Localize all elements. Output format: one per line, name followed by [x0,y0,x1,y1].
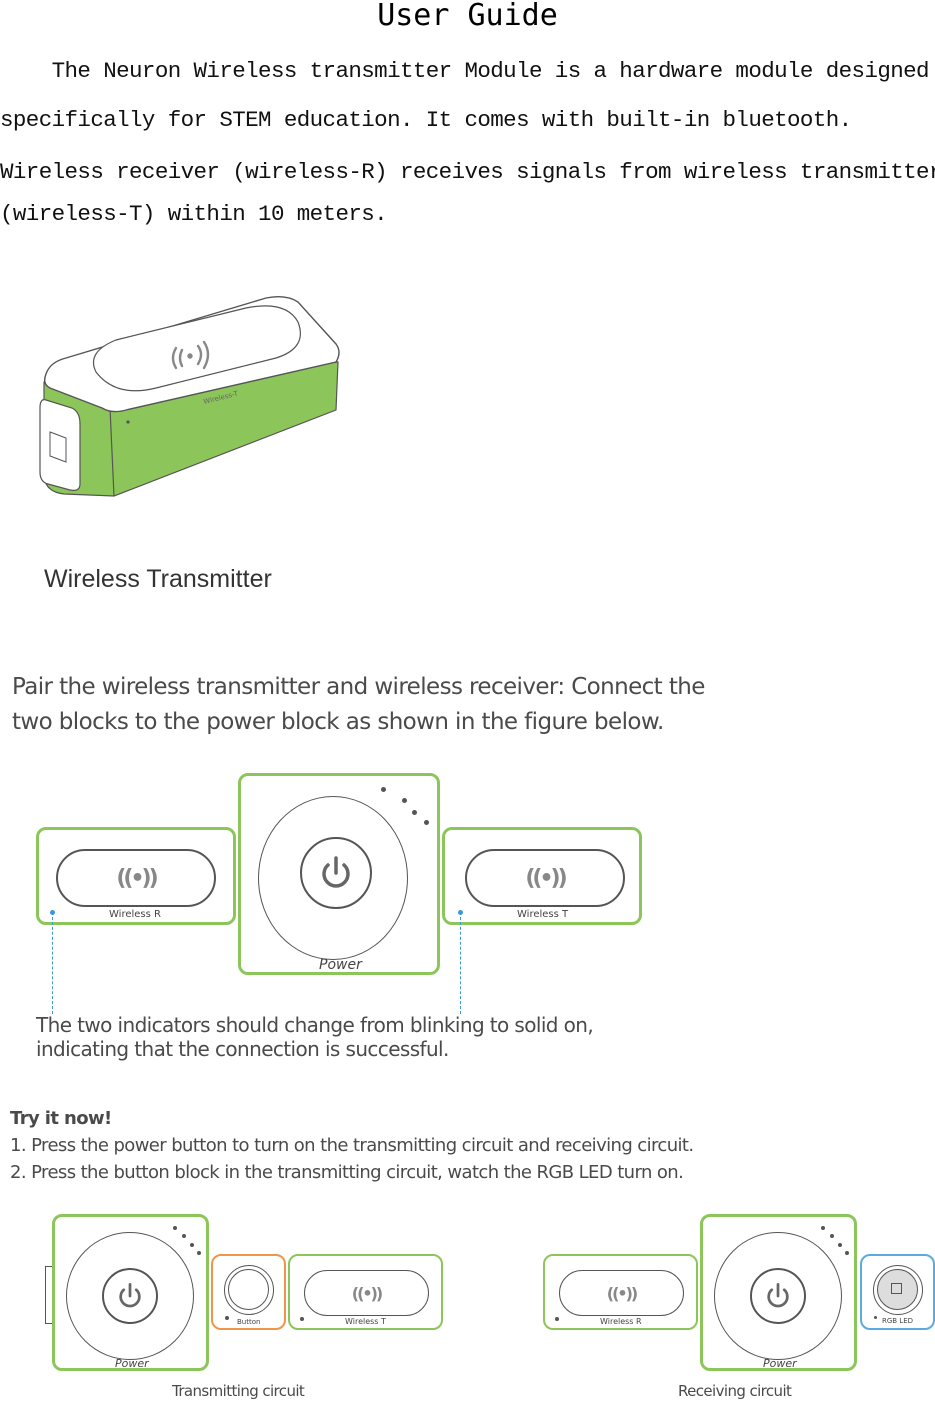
receiving-circuit: ((•)) Wireless R Power RGB LED Receiving… [535,1210,935,1402]
pairing-instruction-line-2: two blocks to the power block as shown i… [12,709,664,735]
wireless-r-label: Wireless R [600,1317,642,1326]
power-icon [767,1282,789,1308]
indicator-light-icon [874,1316,877,1319]
power-block: Power [238,773,440,975]
power-block: Power [700,1214,857,1371]
indicator-leader-line [460,912,461,1014]
wireless-r-block: ((•)) Wireless R [36,827,236,925]
power-button[interactable] [750,1268,806,1324]
pairing-note-line-2: indicating that the connection is succes… [36,1037,449,1061]
wireless-r-label: Wireless R [109,909,161,920]
wireless-r-pad: ((•)) [56,849,216,907]
indicator-light-icon [225,1316,229,1320]
button-block: Button [211,1254,286,1330]
power-button[interactable] [102,1268,158,1324]
transmitting-circuit: Power Button ((•)) Wireless T Transmitti… [40,1210,450,1402]
pairing-note-line-1: The two indicators should change from bl… [36,1013,594,1037]
product-caption: Wireless Transmitter [44,565,272,593]
power-label: Power [319,957,362,973]
wireless-t-block: ((•)) Wireless T [288,1254,443,1330]
rgb-led-block: RGB LED [860,1254,935,1330]
status-dot [402,798,407,803]
power-icon [322,856,350,888]
status-dot [845,1251,849,1255]
page-title: User Guide [377,0,558,33]
power-block: Power [52,1214,209,1371]
wireless-signal-icon: ((•)) [606,1283,639,1303]
intro-line-4: (wireless-T) within 10 meters. [0,201,388,227]
led-chip-icon [891,1283,902,1294]
status-dot [381,787,386,792]
pairing-instruction-line-1: Pair the wireless transmitter and wirele… [12,674,705,700]
status-dot [424,820,429,825]
intro-line-3: Wireless receiver (wireless-R) receives … [0,159,935,185]
status-dot [830,1234,834,1238]
rgb-led-label: RGB LED [882,1317,914,1325]
wireless-signal-icon: ((•)) [351,1283,384,1303]
intro-line-1: The Neuron Wireless transmitter Module i… [0,58,930,84]
status-dot [182,1234,186,1238]
status-dot [197,1251,201,1255]
power-label: Power [763,1357,797,1370]
button-label: Button [237,1318,261,1326]
power-icon [119,1282,141,1308]
indicator-leader-line [52,912,53,1014]
rgb-led [873,1265,923,1315]
wireless-t-label: Wireless T [517,909,569,920]
status-dot [412,810,417,815]
wireless-r-block: ((•)) Wireless R [543,1254,698,1330]
power-button[interactable] [300,837,372,909]
receiving-circuit-caption: Receiving circuit [678,1382,792,1400]
status-dot [190,1243,194,1247]
status-dot [821,1226,825,1230]
power-label: Power [115,1357,149,1370]
wireless-signal-icon: ((•)) [525,865,567,891]
intro-line-2: specifically for STEM education. It come… [0,107,852,133]
wireless-r-pad: ((•)) [559,1270,684,1316]
wireless-signal-icon: ((•)) [116,865,158,891]
push-button[interactable] [224,1265,274,1315]
wireless-t-label: Wireless T [345,1317,386,1326]
wireless-t-block: ((•)) Wireless T [442,827,642,925]
indicator-light-icon [300,1317,304,1321]
indicator-light-icon [555,1317,559,1321]
try-it-step-1: 1. Press the power button to turn on the… [10,1135,694,1156]
wireless-t-pad: ((•)) [304,1270,429,1316]
status-dot [838,1243,842,1247]
wireless-t-pad: ((•)) [465,849,625,907]
wireless-transmitter-illustration: Wireless-T [36,292,346,502]
try-it-heading: Try it now! [10,1108,112,1129]
try-it-step-2: 2. Press the button block in the transmi… [10,1162,684,1183]
status-dot [173,1226,177,1230]
transmitting-circuit-caption: Transmitting circuit [172,1382,305,1400]
